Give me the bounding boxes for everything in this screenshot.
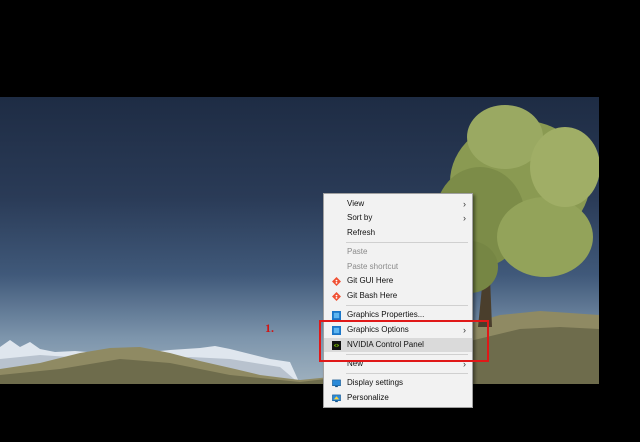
annotation-highlight-box: [319, 320, 489, 362]
desktop-context-menu: View › Sort by › Refresh Paste Paste sho…: [323, 193, 473, 408]
menu-item-paste-shortcut[interactable]: Paste shortcut: [324, 260, 472, 274]
menu-item-label: Git GUI Here: [347, 276, 394, 285]
menu-item-label: Refresh: [347, 228, 376, 237]
menu-item-sort-by[interactable]: Sort by ›: [324, 211, 472, 225]
menu-item-paste[interactable]: Paste: [324, 245, 472, 259]
menu-item-git-bash-here[interactable]: Git Bash Here: [324, 289, 472, 303]
menu-item-label: View: [347, 199, 365, 208]
annotation-step-label: 1.: [265, 321, 274, 335]
menu-item-label: Display settings: [347, 378, 404, 387]
chevron-right-icon: ›: [463, 199, 466, 209]
menu-item-git-gui-here[interactable]: Git GUI Here: [324, 274, 472, 288]
menu-separator: [346, 373, 468, 374]
menu-item-refresh[interactable]: Refresh: [324, 226, 472, 240]
menu-item-personalize[interactable]: Personalize: [324, 391, 472, 405]
display-settings-icon: [332, 379, 341, 388]
menu-item-label: Paste: [347, 247, 368, 256]
menu-item-view[interactable]: View ›: [324, 197, 472, 211]
menu-item-label: Sort by: [347, 213, 373, 222]
menu-item-display-settings[interactable]: Display settings: [324, 376, 472, 390]
intel-graphics-icon: [332, 311, 341, 320]
menu-separator: [346, 242, 468, 243]
personalize-icon: [332, 394, 341, 403]
git-bash-icon: [332, 292, 341, 301]
menu-separator: [346, 305, 468, 306]
chevron-right-icon: ›: [463, 213, 466, 223]
menu-item-label: Personalize: [347, 393, 389, 402]
menu-item-label: Paste shortcut: [347, 262, 399, 271]
desktop-wallpaper: [0, 97, 599, 384]
menu-item-label: Git Bash Here: [347, 291, 398, 300]
wallpaper-landscape: [0, 105, 599, 384]
git-gui-icon: [332, 277, 341, 286]
